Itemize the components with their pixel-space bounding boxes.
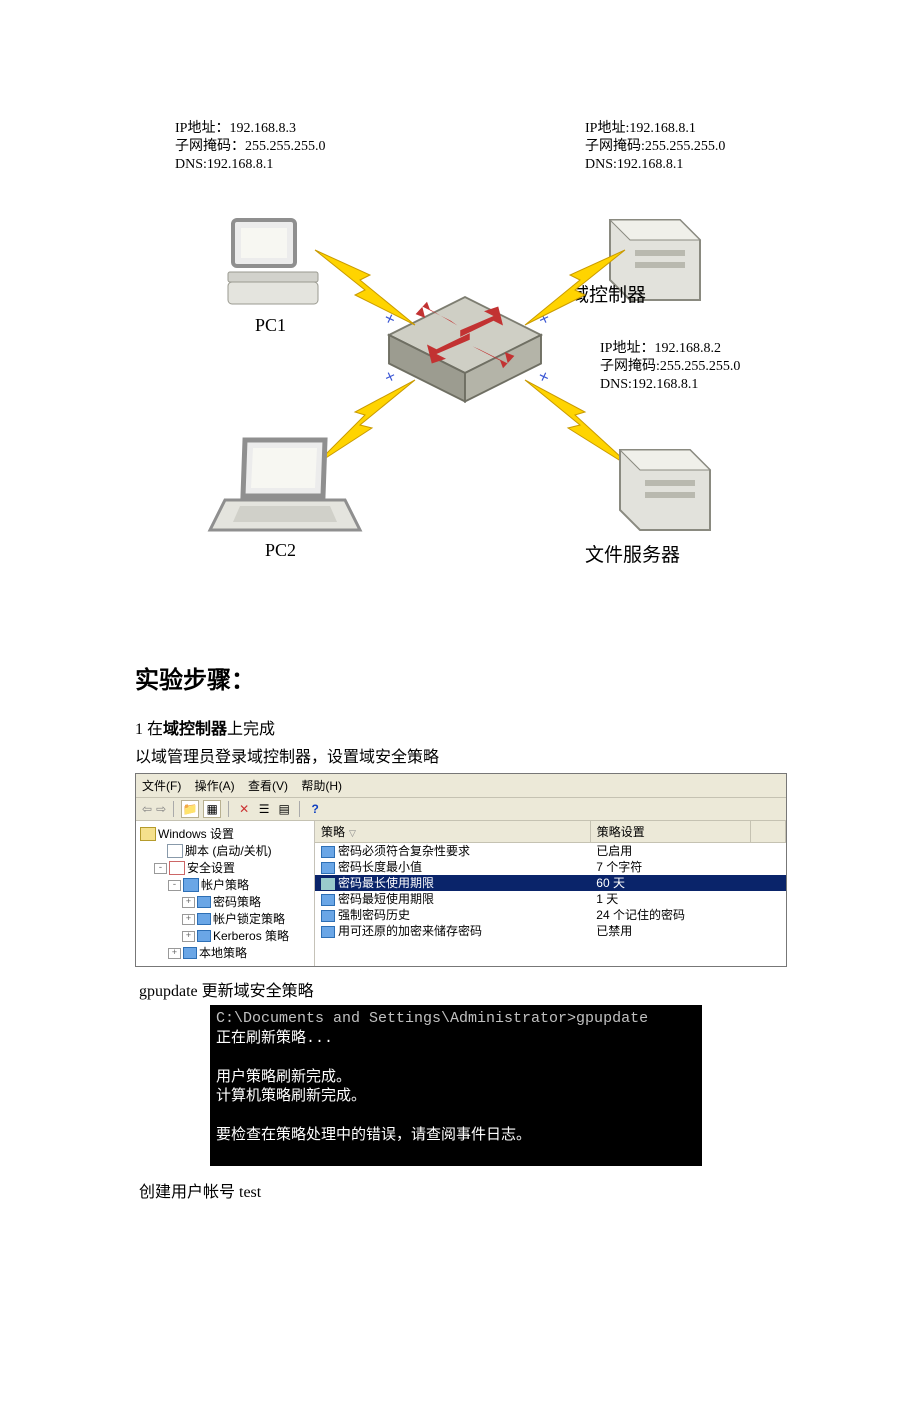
step1-line1: 1 在域控制器上完成 [135,715,785,739]
menu-help[interactable]: 帮助(H) [301,779,342,793]
section-title: 实验步骤： [135,660,785,695]
gpupdate-caption: gpupdate 更新域安全策略 [139,977,785,1001]
policy-row[interactable]: 用可还原的加密来储存密码已禁用 [315,923,786,939]
tree-pane[interactable]: Windows 设置 脚本 (启动/关机) -安全设置 -帐户策略 +密码策略 … [136,821,315,966]
gpedit-window: 文件(F) 操作(A) 查看(V) 帮助(H) ⇦ ⇨ 📁 ▦ ✕ ☰ ▤ ? … [135,773,787,967]
tree-account[interactable]: -帐户策略 [140,877,310,893]
tree-security[interactable]: -安全设置 [140,860,310,876]
export-icon[interactable]: ▤ [276,801,292,817]
forward-icon[interactable]: ⇨ [156,802,166,816]
switch-device [370,278,560,416]
pc1-info: IP地址：192.168.8.3子网掩码：255.255.255.0DNS:19… [175,120,326,175]
toolbar: ⇦ ⇨ 📁 ▦ ✕ ☰ ▤ ? [136,798,786,821]
dc-label: 域控制器 [570,280,646,307]
properties-icon[interactable]: ☰ [256,801,272,817]
back-icon[interactable]: ⇦ [142,802,152,816]
policy-row[interactable]: 密码最短使用期限1 天 [315,891,786,907]
menubar[interactable]: 文件(F) 操作(A) 查看(V) 帮助(H) [136,774,786,798]
tree-kerberos[interactable]: +Kerberos 策略 [140,928,310,944]
policy-row[interactable]: 密码必须符合复杂性要求已启用 [315,843,786,860]
help-icon[interactable]: ? [307,801,323,817]
menu-action[interactable]: 操作(A) [195,779,235,793]
create-user-caption: 创建用户帐号 test [139,1178,785,1202]
network-diagram: IP地址：192.168.8.3子网掩码：255.255.255.0DNS:19… [135,120,785,620]
menu-file[interactable]: 文件(F) [142,779,181,793]
policy-row[interactable]: 密码最长使用期限60 天 [315,875,786,891]
up-icon[interactable]: 📁 [181,800,199,818]
show-icon[interactable]: ▦ [203,800,221,818]
menu-view[interactable]: 查看(V) [248,779,288,793]
pc2-device [205,430,365,555]
dc-info: IP地址:192.168.8.1子网掩码:255.255.255.0DNS:19… [585,120,725,175]
tree-password[interactable]: +密码策略 [140,894,310,910]
step1-line2: 以域管理员登录域控制器，设置域安全策略 [135,743,785,767]
delete-icon[interactable]: ✕ [236,801,252,817]
cmd-console: C:\Documents and Settings\Administrator>… [210,1005,702,1166]
fs-label: 文件服务器 [585,540,680,567]
tree-lockout[interactable]: +帐户锁定策略 [140,911,310,927]
fs-info: IP地址：192.168.8.2子网掩码:255.255.255.0DNS:19… [600,340,740,395]
policy-row[interactable]: 强制密码历史24 个记住的密码 [315,907,786,923]
pc1-label: PC1 [255,315,286,336]
col-setting[interactable]: 策略设置 [590,821,750,843]
policy-list[interactable]: 策略▽ 策略设置 密码必须符合复杂性要求已启用密码长度最小值7 个字符密码最长使… [315,821,786,966]
tree-scripts[interactable]: 脚本 (启动/关机) [140,843,310,859]
tree-root[interactable]: Windows 设置 [140,826,310,842]
col-policy[interactable]: 策略▽ [315,821,590,843]
policy-row[interactable]: 密码长度最小值7 个字符 [315,859,786,875]
tree-local[interactable]: +本地策略 [140,945,310,961]
fs-device [590,430,730,555]
pc2-label: PC2 [265,540,296,561]
